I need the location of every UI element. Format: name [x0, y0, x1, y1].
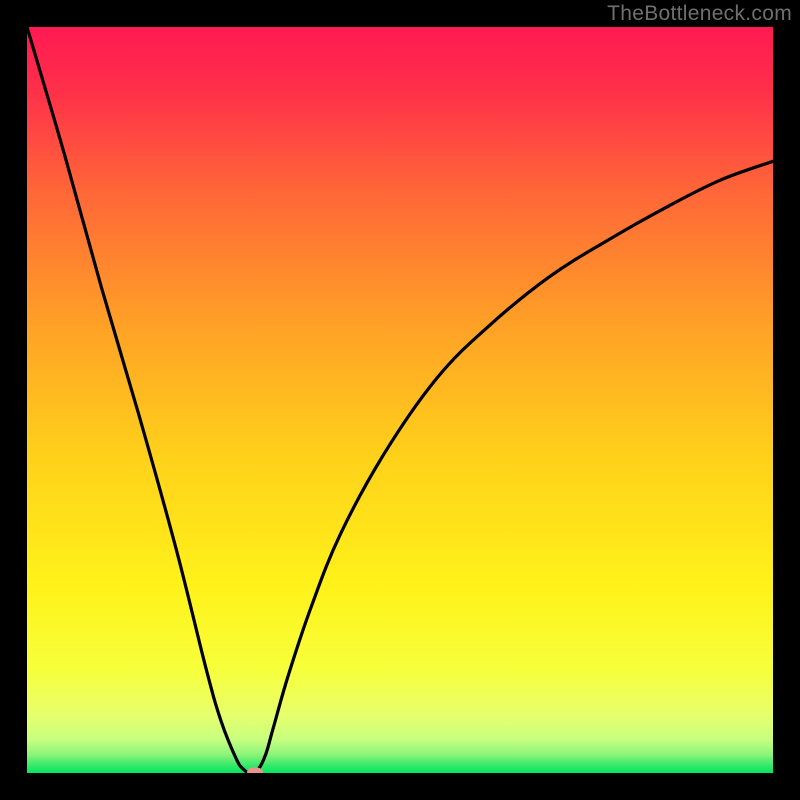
optimum-marker	[247, 768, 263, 774]
chart-frame: TheBottleneck.com	[0, 0, 800, 800]
bottleneck-curve	[27, 27, 773, 773]
plot-area	[27, 27, 773, 773]
watermark-text: TheBottleneck.com	[607, 2, 792, 26]
